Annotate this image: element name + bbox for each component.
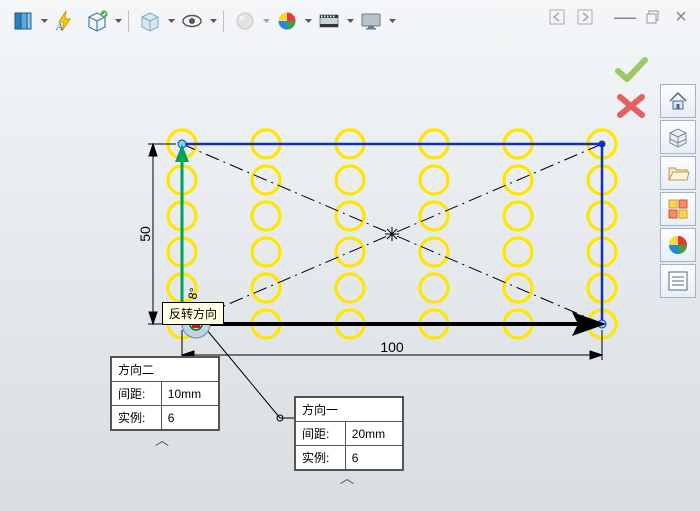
direction-1-arrow[interactable] [182,312,606,336]
dir1-title: 方向一 [296,398,403,422]
center-mark [385,227,399,241]
dir2-collapse-chevron[interactable]: ︿ [155,430,169,450]
dir2-spacing-value[interactable]: 10mm [161,382,218,406]
dir1-spacing-value[interactable]: 20mm [345,422,402,446]
dir2-count-value[interactable]: 6 [161,406,218,430]
tooltip-reverse-direction: 反转方向 [162,302,224,325]
dir2-spacing-label: 间距: [112,382,162,406]
dim-h-value: 100 [380,339,404,355]
angle-label: 8° [185,286,201,300]
property-box-dir1[interactable]: 方向一 间距:20mm 实例:6 [294,396,404,471]
dir1-count-label: 实例: [296,446,346,470]
dir1-spacing-label: 间距: [296,422,346,446]
dim-v-value: 50 [137,226,153,242]
dir1-count-value[interactable]: 6 [345,446,402,470]
property-box-dir2[interactable]: 方向二 间距:10mm 实例:6 [110,356,220,431]
dir1-collapse-chevron[interactable]: ︿ [340,468,354,488]
dir2-count-label: 实例: [112,406,162,430]
dir2-title: 方向二 [112,358,219,382]
